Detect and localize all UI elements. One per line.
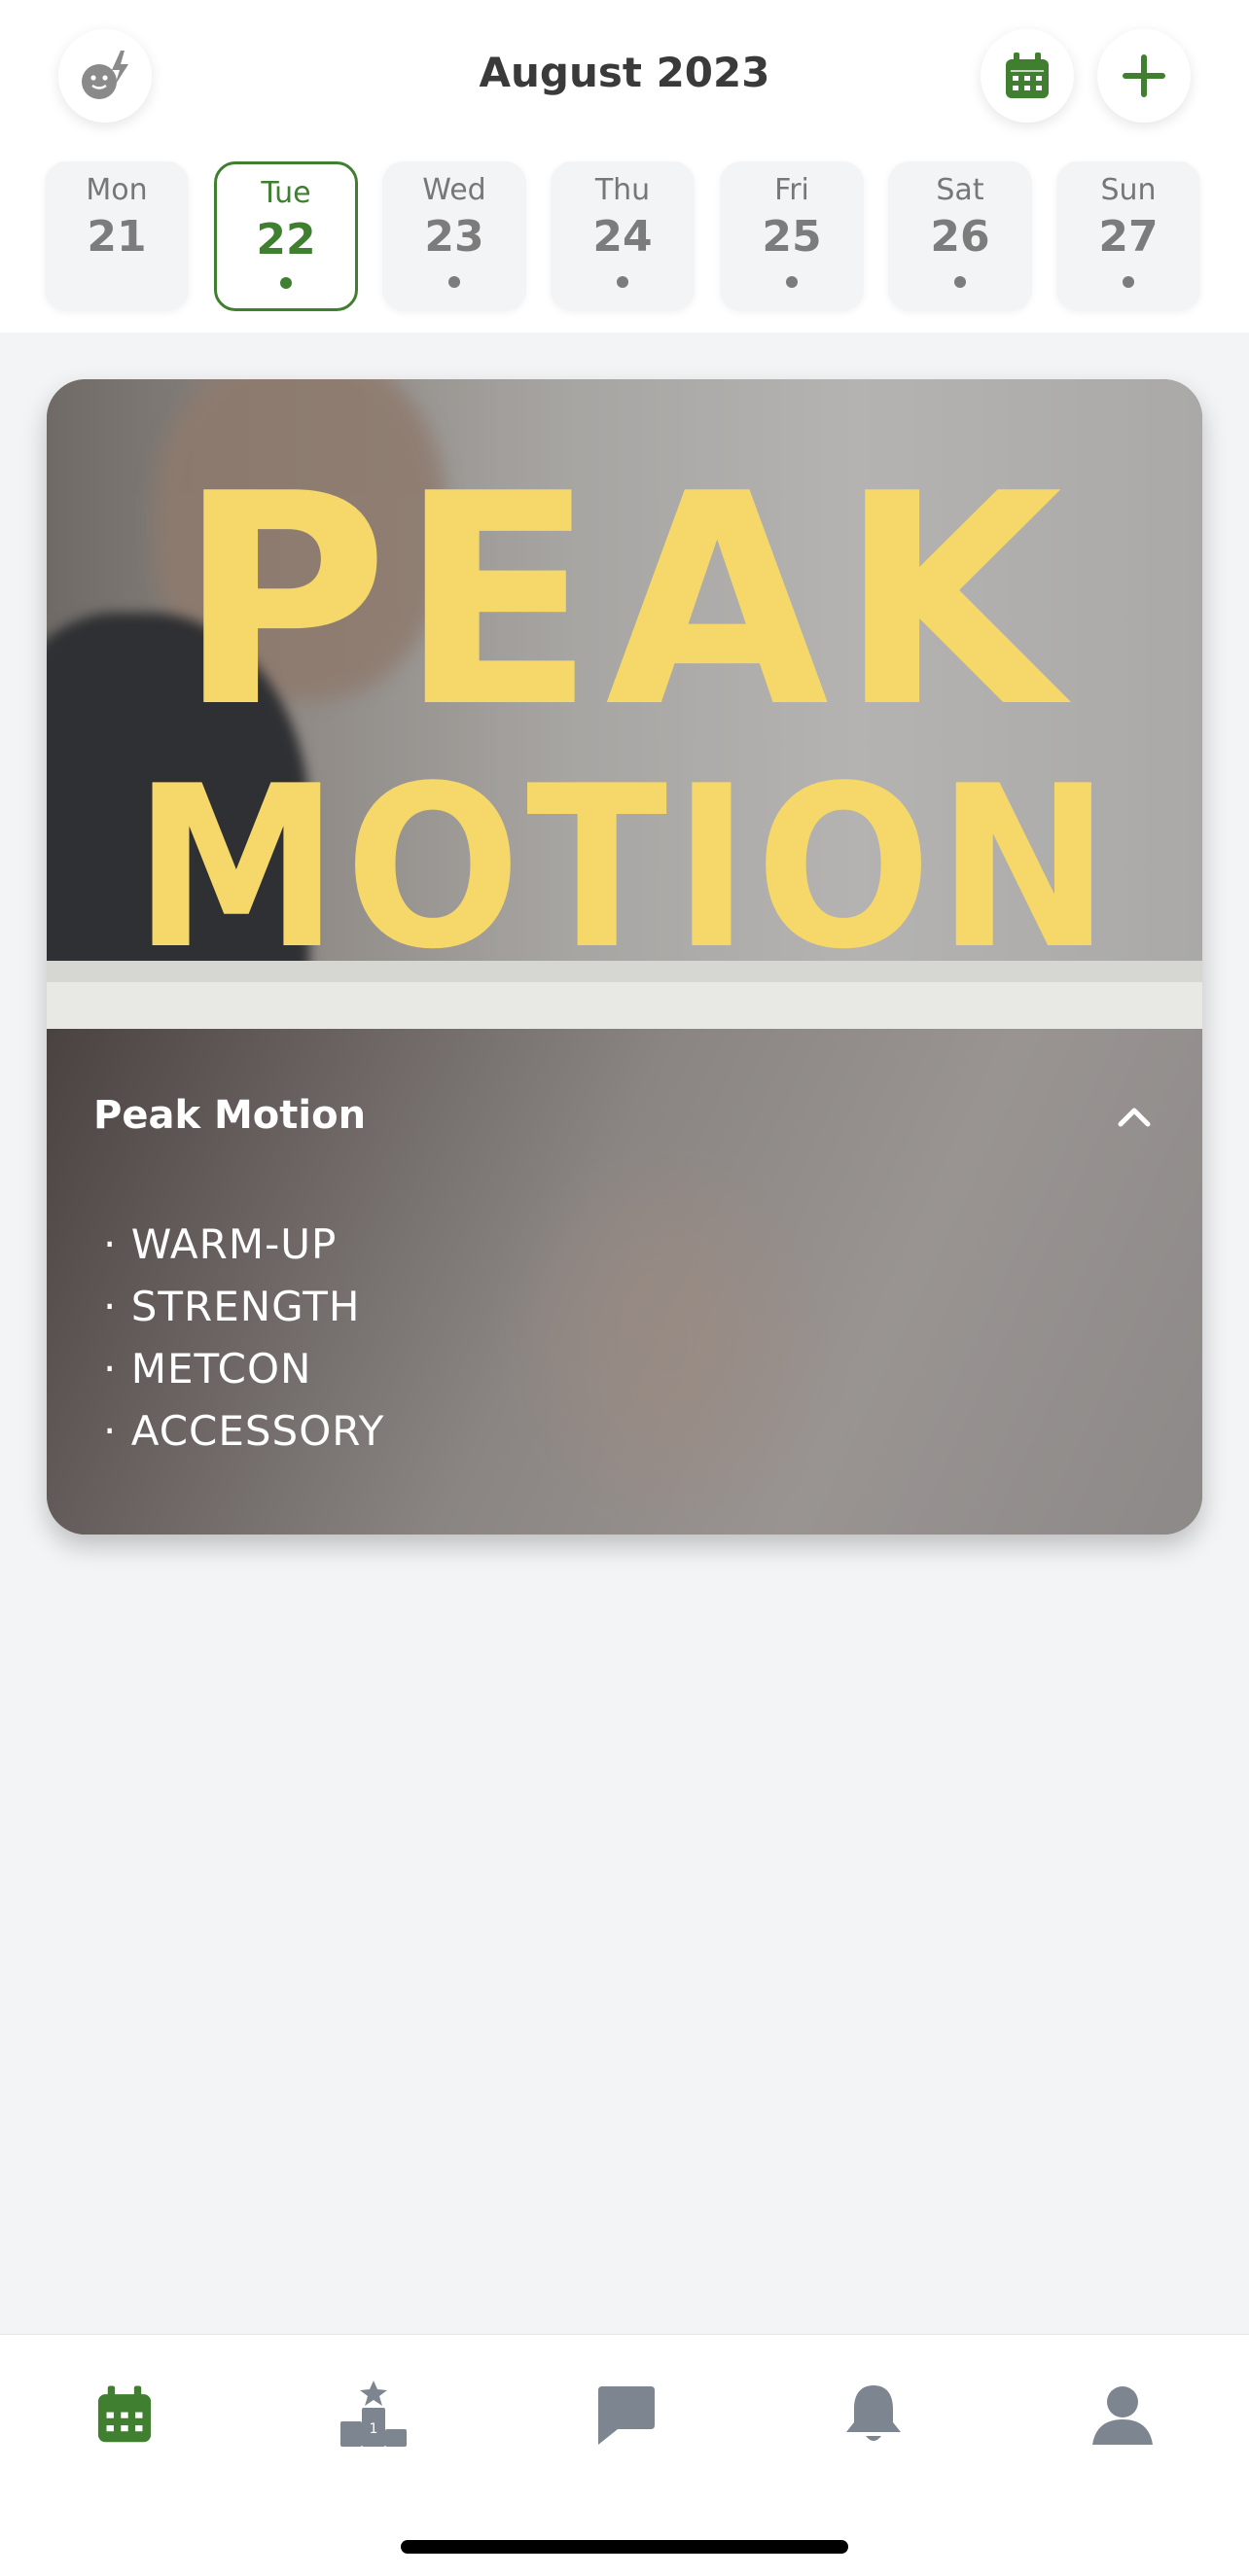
section-item: · ACCESSORY (103, 1407, 385, 1455)
section-item: · STRENGTH (103, 1283, 361, 1330)
add-button[interactable] (1097, 29, 1191, 123)
day-name: Tue (261, 176, 311, 210)
leaderboard-icon: 1 (340, 2381, 407, 2447)
day-name: Wed (422, 173, 486, 207)
day-number: 21 (87, 212, 147, 262)
day-fri[interactable]: Fri 25 (720, 161, 864, 311)
chat-icon (598, 2386, 655, 2445)
workout-indicator-dot (617, 276, 628, 288)
day-name: Sun (1100, 173, 1157, 207)
cover-headline: PEAK MOTION (133, 432, 1116, 999)
day-name: Fri (774, 173, 809, 207)
day-number: 27 (1098, 212, 1159, 262)
workout-indicator-dot (786, 276, 798, 288)
day-sun[interactable]: Sun 27 (1056, 161, 1200, 311)
day-mon[interactable]: Mon 21 (45, 161, 189, 311)
day-name: Thu (594, 173, 651, 207)
calendar-button[interactable] (981, 29, 1074, 123)
nav-profile[interactable] (1084, 2376, 1161, 2453)
day-number: 22 (256, 215, 316, 265)
day-number: 23 (424, 212, 484, 262)
workout-sections: · WARM-UP · STRENGTH · METCON · ACCESSOR… (103, 1214, 384, 1463)
workout-indicator-dot (954, 276, 966, 288)
profile-icon (1092, 2386, 1153, 2445)
day-number: 25 (762, 212, 822, 262)
chevron-up-icon[interactable] (1117, 1105, 1152, 1128)
cover-headline-line1: PEAK (177, 432, 1073, 771)
day-name: Mon (86, 173, 148, 207)
day-number: 24 (592, 212, 653, 262)
nav-calendar[interactable] (86, 2376, 163, 2453)
day-thu[interactable]: Thu 24 (551, 161, 695, 311)
workout-title: Peak Motion (93, 1093, 367, 1138)
workout-cover-image: PEAK MOTION (47, 379, 1202, 1029)
section-item: · WARM-UP (103, 1220, 338, 1268)
background-blur (553, 1194, 786, 1486)
header: August 2023 Mon 21 Tue 22 Wed 23 Thu 24 … (0, 0, 1249, 333)
workout-indicator-dot (280, 277, 292, 289)
section-item: · METCON (103, 1345, 312, 1393)
day-number: 26 (930, 212, 990, 262)
home-indicator (401, 2540, 848, 2554)
nav-chat[interactable] (586, 2376, 663, 2453)
cover-headline-line2: MOTION (133, 739, 1116, 999)
bell-icon (846, 2385, 901, 2441)
workout-indicator-dot (448, 276, 460, 288)
workout-indicator-dot (1123, 276, 1134, 288)
day-name: Sat (936, 173, 984, 207)
svg-text:1: 1 (370, 2421, 378, 2437)
calendar-icon (1006, 53, 1049, 98)
workout-card[interactable]: PEAK MOTION Peak Motion · WARM-UP · STRE… (47, 379, 1202, 1535)
nav-leaderboard[interactable]: 1 (335, 2376, 412, 2453)
calendar-icon (97, 2385, 152, 2443)
workout-details: Peak Motion · WARM-UP · STRENGTH · METCO… (47, 1029, 1202, 1535)
nav-notifications[interactable] (835, 2376, 912, 2453)
day-wed[interactable]: Wed 23 (382, 161, 526, 311)
week-strip: Mon 21 Tue 22 Wed 23 Thu 24 Fri 25 Sat 2… (45, 161, 1204, 311)
day-sat[interactable]: Sat 26 (888, 161, 1032, 311)
plus-icon (1123, 54, 1165, 97)
day-tue[interactable]: Tue 22 (214, 161, 358, 311)
